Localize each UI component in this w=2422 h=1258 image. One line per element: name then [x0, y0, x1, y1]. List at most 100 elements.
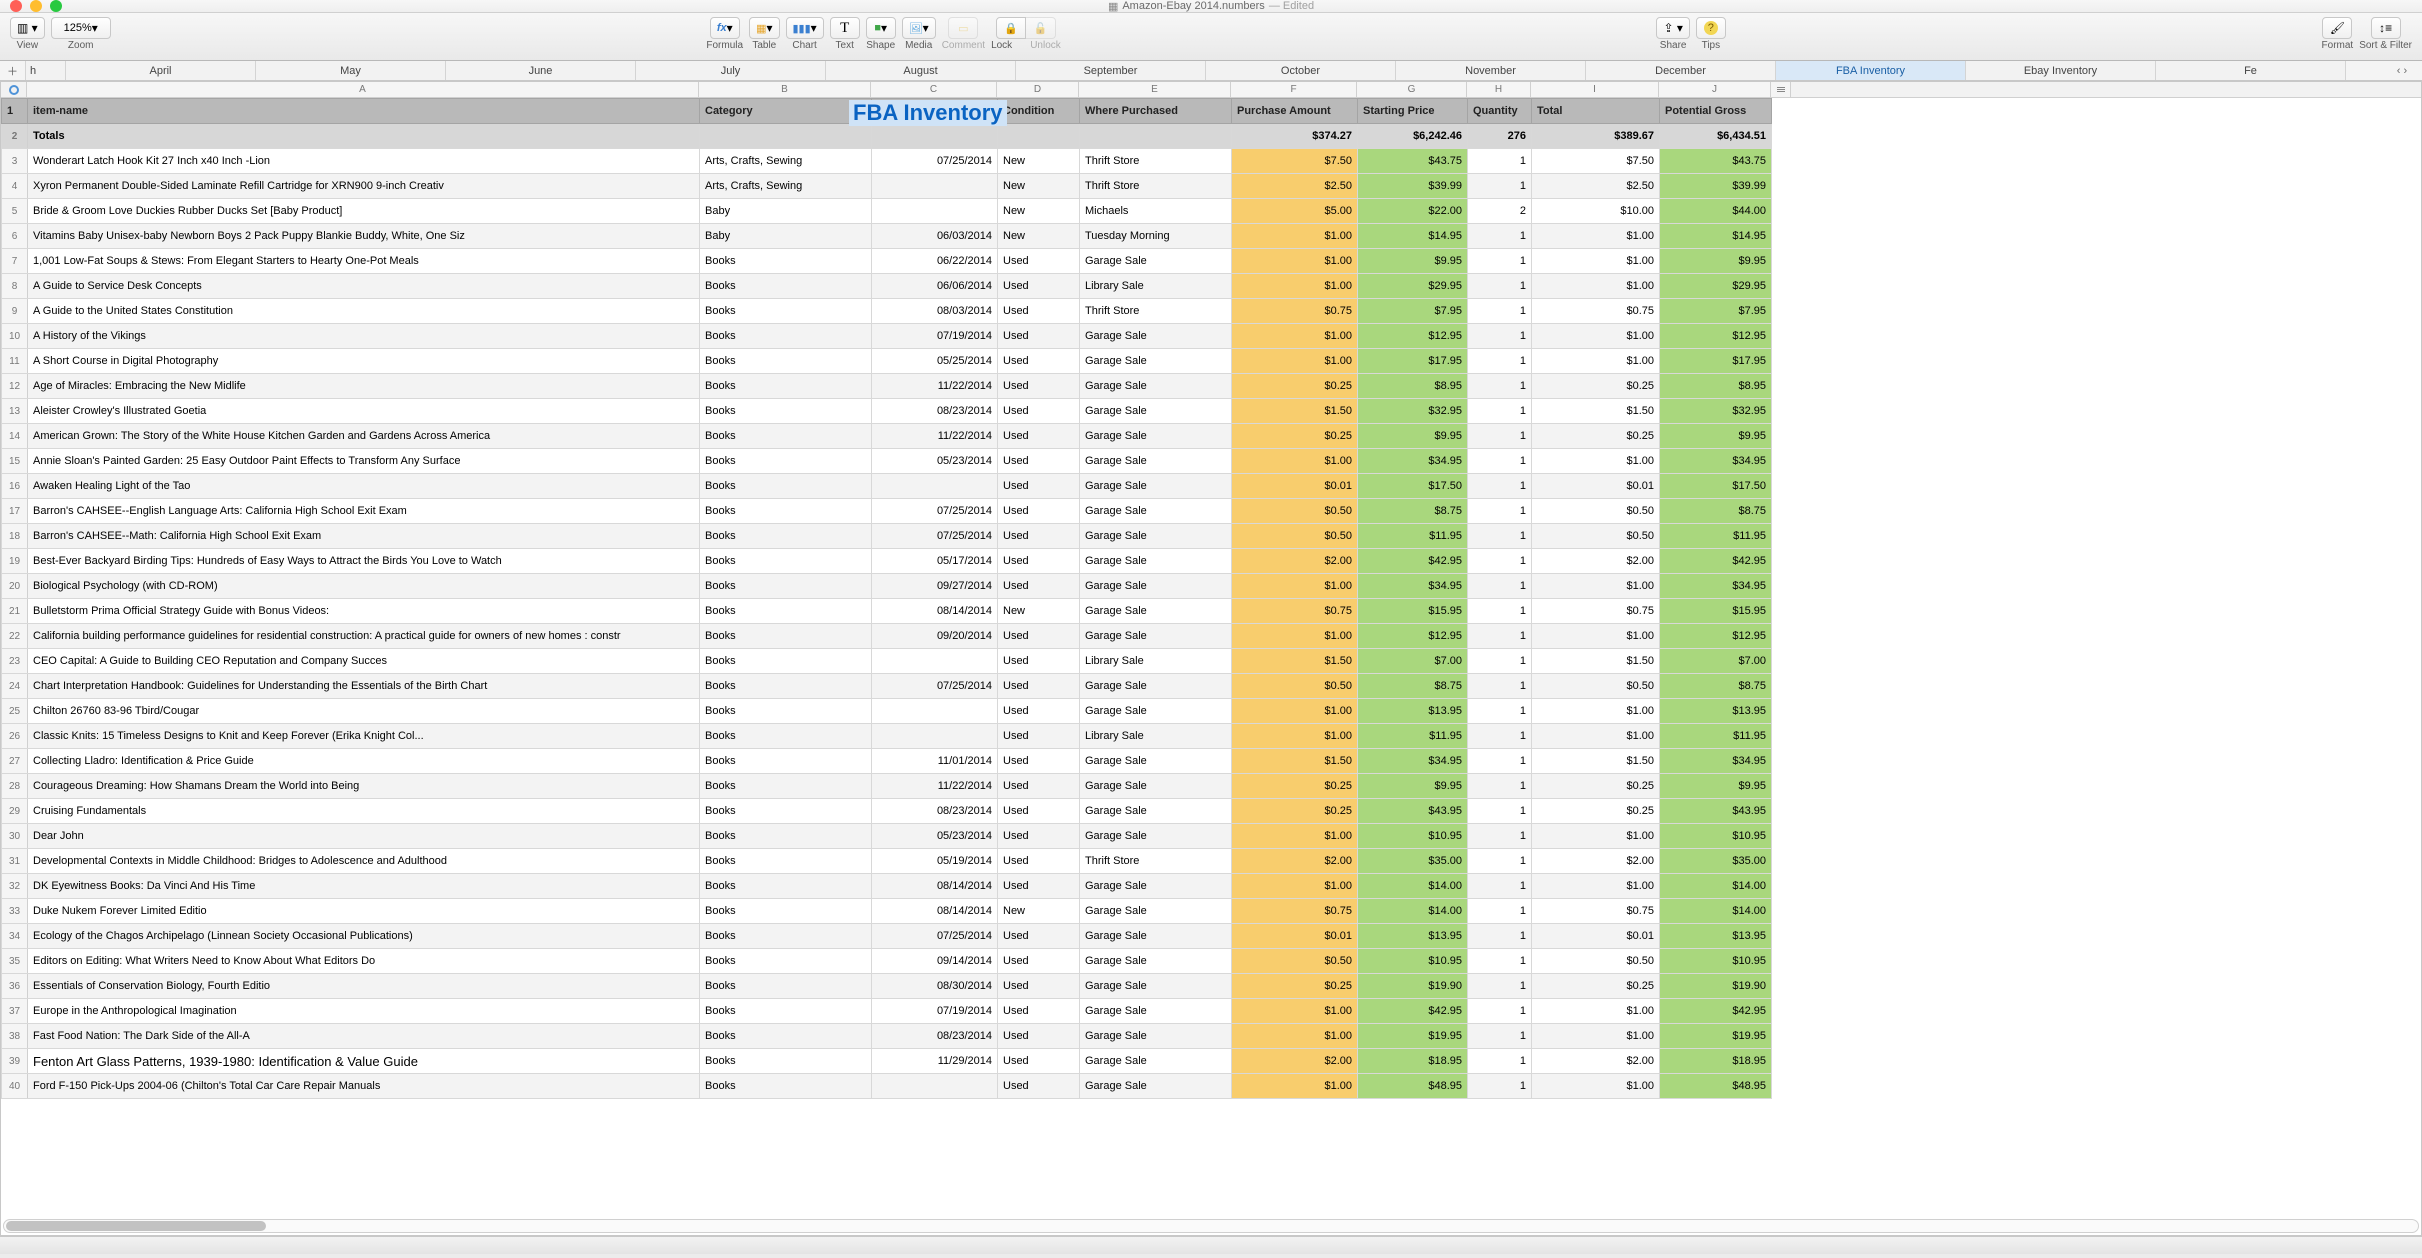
cell-where[interactable]: Garage Sale [1080, 974, 1232, 999]
cell-category[interactable]: Books [700, 974, 872, 999]
cell-qty[interactable]: 1 [1468, 149, 1532, 174]
cell-gross[interactable]: $42.95 [1660, 549, 1772, 574]
cell-total[interactable]: $1.00 [1532, 999, 1660, 1024]
col-header-F[interactable]: F [1231, 82, 1357, 97]
cell-date[interactable]: 08/30/2014 [872, 974, 998, 999]
cell-price[interactable]: $35.00 [1358, 849, 1468, 874]
row-header[interactable]: 39 [2, 1049, 28, 1074]
cell-price[interactable]: $15.95 [1358, 599, 1468, 624]
cell-item-name[interactable]: Fenton Art Glass Patterns, 1939-1980: Id… [28, 1049, 700, 1074]
table-row[interactable]: 3Wonderart Latch Hook Kit 27 Inch x40 In… [2, 149, 1772, 174]
table-row[interactable]: 6Vitamins Baby Unisex-baby Newborn Boys … [2, 224, 1772, 249]
table-row[interactable]: 27Collecting Lladro: Identification & Pr… [2, 749, 1772, 774]
table-row[interactable]: 38Fast Food Nation: The Dark Side of the… [2, 1024, 1772, 1049]
cell-category[interactable]: Books [700, 299, 872, 324]
cell-total[interactable]: $2.50 [1532, 174, 1660, 199]
cell-item-name[interactable]: Europe in the Anthropological Imaginatio… [28, 999, 700, 1024]
cell-category[interactable]: Books [700, 624, 872, 649]
cell-total[interactable]: $1.00 [1532, 624, 1660, 649]
cell-condition[interactable]: Used [998, 499, 1080, 524]
row-header[interactable]: 6 [2, 224, 28, 249]
cell-item-name[interactable]: American Grown: The Story of the White H… [28, 424, 700, 449]
sheet-tab-october[interactable]: October [1206, 61, 1396, 80]
cell-total[interactable]: $1.00 [1532, 324, 1660, 349]
cell-condition[interactable]: Used [998, 824, 1080, 849]
cell-condition[interactable]: Used [998, 349, 1080, 374]
cell[interactable]: $374.27 [1232, 124, 1358, 149]
cell-condition[interactable]: Used [998, 1024, 1080, 1049]
row-header[interactable]: 18 [2, 524, 28, 549]
cell-amount[interactable]: $0.01 [1232, 924, 1358, 949]
cell-condition[interactable]: Used [998, 324, 1080, 349]
table-row[interactable]: 14American Grown: The Story of the White… [2, 424, 1772, 449]
cell-item-name[interactable]: Cruising Fundamentals [28, 799, 700, 824]
sheet-tab-may[interactable]: May [256, 61, 446, 80]
formula-button[interactable]: fx ▾ [710, 17, 740, 39]
cell-category[interactable]: Books [700, 374, 872, 399]
scroll-thumb[interactable] [6, 1221, 266, 1231]
cell-amount[interactable]: $0.75 [1232, 899, 1358, 924]
row-header[interactable]: 36 [2, 974, 28, 999]
cell-where[interactable]: Garage Sale [1080, 399, 1232, 424]
row-header[interactable]: 24 [2, 674, 28, 699]
sheet-tab-june[interactable]: June [446, 61, 636, 80]
cell-amount[interactable]: $1.00 [1232, 724, 1358, 749]
cell-price[interactable]: $13.95 [1358, 924, 1468, 949]
cell-item-name[interactable]: Chart Interpretation Handbook: Guideline… [28, 674, 700, 699]
cell[interactable] [998, 124, 1080, 149]
cell-total[interactable]: $1.00 [1532, 1024, 1660, 1049]
cell-total[interactable]: $0.01 [1532, 474, 1660, 499]
cell-date[interactable]: 05/23/2014 [872, 449, 998, 474]
cell-item-name[interactable]: Courageous Dreaming: How Shamans Dream t… [28, 774, 700, 799]
cell-total[interactable]: $1.00 [1532, 874, 1660, 899]
cell-gross[interactable]: $14.95 [1660, 224, 1772, 249]
cell-where[interactable]: Thrift Store [1080, 299, 1232, 324]
cell-total[interactable]: $0.50 [1532, 674, 1660, 699]
cell-total[interactable]: $0.25 [1532, 799, 1660, 824]
cell-date[interactable] [872, 199, 998, 224]
cell-condition[interactable]: Used [998, 424, 1080, 449]
cell-price[interactable]: $8.95 [1358, 374, 1468, 399]
select-all-handle[interactable] [1, 82, 27, 97]
cell-total[interactable]: $1.00 [1532, 274, 1660, 299]
col-header-B[interactable]: B [699, 82, 871, 97]
cell-category[interactable]: Books [700, 1024, 872, 1049]
cell-gross[interactable]: $29.95 [1660, 274, 1772, 299]
cell-qty[interactable]: 1 [1468, 349, 1532, 374]
cell-amount[interactable]: $5.00 [1232, 199, 1358, 224]
table-row[interactable]: 32DK Eyewitness Books: Da Vinci And His … [2, 874, 1772, 899]
table-row[interactable]: 8A Guide to Service Desk ConceptsBooks06… [2, 274, 1772, 299]
row-header[interactable]: 20 [2, 574, 28, 599]
cell-total[interactable]: $1.50 [1532, 649, 1660, 674]
cell-qty[interactable]: 1 [1468, 1049, 1532, 1074]
cell-condition[interactable]: Used [998, 1074, 1080, 1099]
cell-category[interactable]: Books [700, 324, 872, 349]
cell-condition[interactable]: Used [998, 924, 1080, 949]
cell-category[interactable]: Books [700, 549, 872, 574]
cell-price[interactable]: $8.75 [1358, 499, 1468, 524]
cell-date[interactable] [872, 649, 998, 674]
cell-item-name[interactable]: Biological Psychology (with CD-ROM) [28, 574, 700, 599]
cell-condition[interactable]: Used [998, 474, 1080, 499]
cell-price[interactable]: $17.95 [1358, 349, 1468, 374]
cell-item-name[interactable]: Barron's CAHSEE--Math: California High S… [28, 524, 700, 549]
cell-date[interactable]: 08/03/2014 [872, 299, 998, 324]
cell-gross[interactable]: $34.95 [1660, 749, 1772, 774]
cell-amount[interactable]: $1.00 [1232, 1074, 1358, 1099]
sort-filter-button[interactable]: ↕≡ [2371, 17, 2401, 39]
cell-category[interactable]: Books [700, 749, 872, 774]
cell-date[interactable]: 08/23/2014 [872, 799, 998, 824]
text-button[interactable]: T [830, 17, 860, 39]
zoom-window-icon[interactable] [50, 0, 62, 12]
table-row[interactable]: 30Dear JohnBooks05/23/2014UsedGarage Sal… [2, 824, 1772, 849]
row-header[interactable]: 10 [2, 324, 28, 349]
cell-qty[interactable]: 1 [1468, 524, 1532, 549]
cell-price[interactable]: $9.95 [1358, 424, 1468, 449]
cell-price[interactable]: $42.95 [1358, 999, 1468, 1024]
cell-price[interactable]: $17.50 [1358, 474, 1468, 499]
cell-gross[interactable]: $7.00 [1660, 649, 1772, 674]
cell-qty[interactable]: 1 [1468, 474, 1532, 499]
cell-item-name[interactable]: 1,001 Low-Fat Soups & Stews: From Elegan… [28, 249, 700, 274]
cell-date[interactable]: 08/23/2014 [872, 1024, 998, 1049]
cell-price[interactable]: $39.99 [1358, 174, 1468, 199]
